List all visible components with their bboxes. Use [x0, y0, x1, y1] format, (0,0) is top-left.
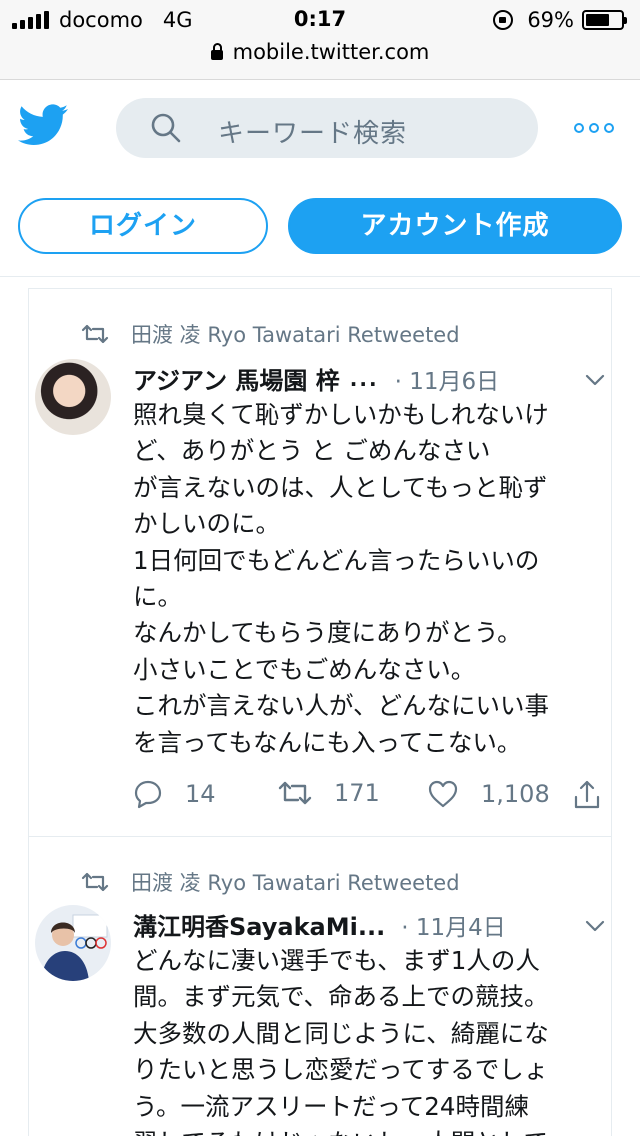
chevron-down-icon[interactable] — [585, 919, 605, 933]
timeline[interactable]: 田渡 凌 Ryo Tawatari Retweeted アジアン 馬場園 梓 .… — [28, 288, 612, 1136]
tweet-header[interactable]: アジアン 馬場園 梓 ... · 11月6日 — [133, 361, 499, 396]
like-count: 1,108 — [481, 780, 550, 808]
search-icon — [151, 113, 181, 143]
tweet-text: どんなに凄い選手でも、まず1人の人 間。まず元気で、命ある上での競技。 大多数の… — [133, 946, 549, 1136]
author-name[interactable]: アジアン 馬場園 梓 — [133, 361, 340, 396]
retweet-context-label: 田渡 凌 Ryo Tawatari Retweeted — [131, 871, 460, 895]
reply-icon — [134, 780, 162, 809]
retweet-icon — [278, 781, 312, 805]
search-placeholder: キーワード検索 — [218, 119, 408, 149]
url-bar[interactable]: mobile.twitter.com — [0, 40, 640, 80]
heart-icon — [428, 780, 458, 808]
padlock-icon — [210, 43, 223, 60]
tweet-date[interactable]: · 11月4日 — [401, 908, 506, 942]
author-name[interactable]: 溝江明香SayakaMi... — [133, 907, 385, 942]
tweet-actions: 14 171 1,108 — [133, 779, 603, 819]
retweet-context: 田渡 凌 Ryo Tawatari Retweeted — [81, 319, 460, 349]
share-button[interactable] — [573, 779, 611, 811]
reply-button[interactable]: 14 — [133, 779, 216, 809]
tweet-text: 照れ臭くて恥ずかしいかもしれないけ ど、ありがとう と ごめんなさい が言えない… — [133, 400, 550, 757]
retweet-context-icon — [81, 872, 109, 892]
retweet-count: 171 — [334, 779, 380, 807]
search-input[interactable]: キーワード検索 — [116, 98, 538, 158]
signup-button[interactable]: アカウント作成 — [288, 198, 622, 254]
share-icon — [574, 780, 600, 809]
chevron-down-icon[interactable] — [585, 373, 605, 387]
url-text: mobile.twitter.com — [232, 40, 430, 64]
rotation-lock-icon — [493, 10, 514, 30]
tweet[interactable]: 田渡 凌 Ryo Tawatari Retweeted アジアン 馬場園 梓 .… — [29, 289, 611, 837]
author-truncation: ... — [349, 366, 379, 391]
retweet-context-icon — [81, 324, 109, 344]
tweet-header[interactable]: 溝江明香SayakaMi... · 11月4日 — [133, 907, 506, 942]
battery-percent: 69% — [527, 8, 574, 32]
avatar[interactable] — [35, 359, 111, 435]
like-button[interactable]: 1,108 — [427, 779, 550, 809]
status-bar: docomo 4G 0:17 69% — [0, 0, 640, 40]
avatar[interactable] — [35, 905, 111, 981]
reply-count: 14 — [185, 780, 216, 808]
retweet-context: 田渡 凌 Ryo Tawatari Retweeted — [81, 867, 460, 897]
more-dots-icon[interactable] — [574, 116, 614, 140]
tweet[interactable]: 田渡 凌 Ryo Tawatari Retweeted 溝江明香SayakaMi… — [29, 837, 611, 1136]
retweet-button[interactable]: 171 — [278, 779, 380, 807]
login-button[interactable]: ログイン — [18, 198, 268, 254]
site-header: キーワード検索 — [0, 80, 640, 180]
tweet-date[interactable]: · 11月6日 — [395, 362, 500, 396]
header-divider — [0, 276, 640, 277]
battery-info: 69% — [493, 8, 627, 32]
twitter-bird-icon[interactable] — [18, 104, 68, 146]
retweet-context-label: 田渡 凌 Ryo Tawatari Retweeted — [131, 323, 460, 347]
battery-icon — [582, 10, 627, 30]
